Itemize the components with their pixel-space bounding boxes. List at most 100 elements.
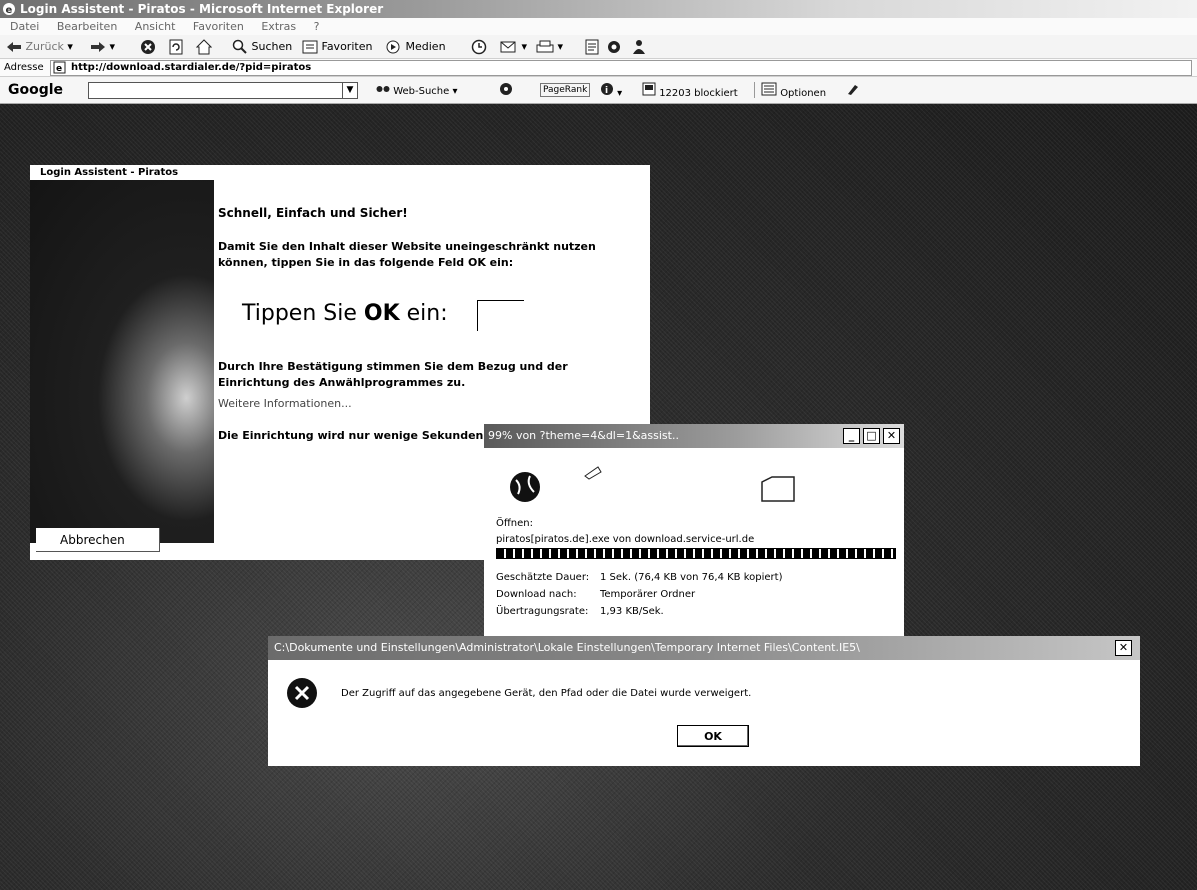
search-label: Suchen xyxy=(251,40,293,53)
google-toolbar: Google ▼ Web-Suche ▾ PageRank i ▾ 12203 … xyxy=(0,77,1197,104)
popup-blocked-label: 12203 blockiert xyxy=(659,88,738,99)
globe-icon xyxy=(510,472,540,502)
mail-icon xyxy=(500,41,516,53)
download-to-row: Download nach: Temporärer Ordner xyxy=(496,589,695,600)
minimize-button[interactable]: _ xyxy=(843,428,860,444)
ok-input-field[interactable] xyxy=(477,300,524,331)
download-filename: piratos[piratos.de].exe von download.ser… xyxy=(496,534,755,545)
popup-blocker-icon xyxy=(642,82,656,96)
flying-paper-icon xyxy=(584,466,602,480)
svg-text:i: i xyxy=(605,86,608,96)
discuss-button[interactable] xyxy=(606,38,624,55)
menu-bar: Datei Bearbeiten Ansicht Favoriten Extra… xyxy=(0,18,1197,35)
messenger-button[interactable] xyxy=(630,38,648,55)
svg-text:e: e xyxy=(56,64,62,74)
media-button[interactable]: Medien xyxy=(384,38,446,55)
error-dialog-title-bar[interactable]: C:\Dokumente und Einstellungen\Administr… xyxy=(268,636,1140,660)
edit-button[interactable] xyxy=(584,38,602,55)
download-dialog-title-bar[interactable]: 99% von ?theme=4&dl=1&assist.. _ □ ✕ xyxy=(484,424,904,448)
transfer-rate-value: 1,93 KB/Sek. xyxy=(600,606,664,617)
menu-ansicht[interactable]: Ansicht xyxy=(135,20,176,33)
download-dialog-title: 99% von ?theme=4&dl=1&assist.. xyxy=(488,429,679,442)
maximize-button[interactable]: □ xyxy=(863,428,880,444)
standard-toolbar: Zurück ▾ ▾ Suchen Favoriten Medien ▾ ▾ xyxy=(0,35,1197,59)
download-progress-bar xyxy=(496,548,896,559)
folder-icon xyxy=(761,476,795,502)
login-panel-title: Login Assistent - Piratos xyxy=(40,167,179,178)
error-dialog: C:\Dokumente und Einstellungen\Administr… xyxy=(268,636,1140,766)
ok-prompt-ok: OK xyxy=(363,301,400,326)
mail-button[interactable]: ▾ xyxy=(500,38,527,55)
stop-button[interactable] xyxy=(140,38,156,55)
search-icon xyxy=(232,39,247,54)
pagerank-indicator[interactable]: PageRank xyxy=(540,83,591,97)
close-button[interactable]: ✕ xyxy=(883,428,900,444)
page-icon: e xyxy=(53,61,66,74)
address-url: http://download.stardialer.de/?pid=pirat… xyxy=(71,62,312,73)
edit-document-icon xyxy=(585,39,599,55)
login-intro-text: Damit Sie den Inhalt dieser Website unei… xyxy=(218,240,596,269)
options-label: Optionen xyxy=(780,88,827,99)
address-label: Adresse xyxy=(4,62,44,73)
back-label: Zurück xyxy=(25,40,64,53)
google-search-dropdown[interactable]: ▼ xyxy=(342,82,358,99)
favorites-button[interactable]: Favoriten xyxy=(302,38,372,55)
web-search-button[interactable]: Web-Suche ▾ xyxy=(376,82,457,98)
download-to-label: Download nach: xyxy=(496,589,577,600)
highlighter-button[interactable] xyxy=(846,82,860,98)
history-button[interactable] xyxy=(470,38,488,55)
browser-title: Login Assistent - Piratos - Microsoft In… xyxy=(20,2,384,16)
options-button[interactable]: Optionen xyxy=(754,82,827,99)
search-button[interactable]: Suchen xyxy=(232,38,292,55)
open-label: Öffnen: xyxy=(496,518,533,529)
menu-extras[interactable]: Extras xyxy=(261,20,296,33)
ie-logo-icon: e xyxy=(3,3,15,16)
google-logo[interactable]: Google xyxy=(8,82,63,98)
info-button[interactable]: i ▾ xyxy=(600,82,622,99)
media-label: Medien xyxy=(405,40,446,53)
web-search-label: Web-Suche xyxy=(393,86,450,97)
favorites-label: Favoriten xyxy=(321,40,373,53)
discuss-icon xyxy=(608,41,620,53)
error-close-button[interactable]: ✕ xyxy=(1115,640,1132,656)
menu-datei[interactable]: Datei xyxy=(10,20,39,33)
back-button[interactable]: Zurück ▾ xyxy=(6,38,73,55)
google-search-input[interactable] xyxy=(88,82,352,99)
messenger-icon xyxy=(633,40,645,54)
forward-button[interactable]: ▾ xyxy=(90,38,115,55)
ok-button[interactable]: OK xyxy=(677,725,749,747)
address-input[interactable]: e http://download.stardialer.de/?pid=pir… xyxy=(50,60,1192,76)
favorites-icon xyxy=(302,40,318,54)
transfer-rate-label: Übertragungsrate: xyxy=(496,606,589,617)
download-dialog: 99% von ?theme=4&dl=1&assist.. _ □ ✕ Öff… xyxy=(484,424,904,636)
forward-arrow-icon xyxy=(91,42,105,52)
print-button[interactable]: ▾ xyxy=(536,38,563,55)
menu-favoriten[interactable]: Favoriten xyxy=(193,20,244,33)
print-icon xyxy=(536,40,554,53)
consent-text: Durch Ihre Bestätigung stimmen Sie dem B… xyxy=(218,360,568,389)
cancel-button[interactable]: Abbrechen xyxy=(36,528,160,552)
browser-title-bar[interactable]: e Login Assistent - Piratos - Microsoft … xyxy=(0,0,1197,18)
menu-help[interactable]: ? xyxy=(314,20,320,33)
binoculars-icon xyxy=(376,86,390,92)
refresh-icon xyxy=(169,39,183,55)
google-news-button[interactable] xyxy=(498,82,514,98)
history-icon xyxy=(471,39,487,55)
transfer-rate-row: Übertragungsrate: 1,93 KB/Sek. xyxy=(496,606,664,617)
ok-prompt-suffix: ein: xyxy=(406,301,448,326)
more-info-link[interactable]: Weitere Informationen... xyxy=(218,397,352,410)
svg-text:e: e xyxy=(6,5,13,16)
home-icon xyxy=(195,39,213,55)
error-message: Der Zugriff auf das angegebene Gerät, de… xyxy=(341,688,752,699)
media-icon xyxy=(386,40,400,54)
ok-prompt-prefix: Tippen Sie xyxy=(242,301,357,326)
estimated-time-value: 1 Sek. (76,4 KB von 76,4 KB kopiert) xyxy=(600,572,783,583)
google-news-icon xyxy=(500,83,512,95)
back-arrow-icon xyxy=(7,42,21,52)
home-button[interactable] xyxy=(195,38,213,55)
options-icon xyxy=(761,82,777,96)
popup-blocker-button[interactable]: 12203 blockiert xyxy=(642,82,738,99)
stop-icon xyxy=(141,40,155,54)
refresh-button[interactable] xyxy=(168,38,184,55)
menu-bearbeiten[interactable]: Bearbeiten xyxy=(57,20,117,33)
